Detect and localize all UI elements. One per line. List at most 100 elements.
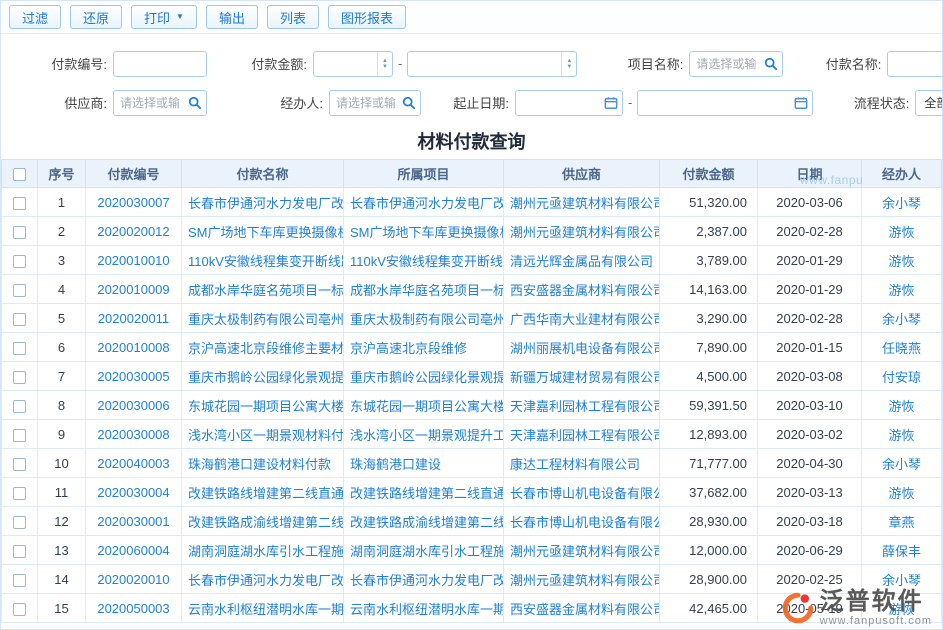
calendar-icon[interactable] <box>794 96 808 110</box>
payment-name-link[interactable]: 湖南洞庭湖水库引水工程施工 <box>182 536 344 565</box>
payment-name-link[interactable]: SM广场地下车库更换摄像机 <box>182 217 344 246</box>
col-header-amount[interactable]: 付款金额 <box>660 160 758 188</box>
chart-report-button[interactable]: 图形报表 <box>328 5 406 29</box>
table-row[interactable]: 6 2020010008 京沪高速北京段维修主要材料 京沪高速北京段维修 湖州丽… <box>2 333 942 362</box>
table-row[interactable]: 7 2020030005 重庆市鹅岭公园绿化景观提升 重庆市鹅岭公园绿化景观提升… <box>2 362 942 391</box>
row-checkbox[interactable] <box>13 545 26 558</box>
project-name-link[interactable]: 改建铁路成渝线增建第二线 <box>344 507 504 536</box>
row-checkbox[interactable] <box>13 603 26 616</box>
payment-no-link[interactable]: 2020020011 <box>86 304 182 333</box>
payment-no-link[interactable]: 2020060004 <box>86 536 182 565</box>
amount-to-stepper[interactable]: ▲▼ <box>561 52 576 76</box>
payment-name-link[interactable]: 珠海鹤港口建设材料付款 <box>182 449 344 478</box>
payment-no-input[interactable] <box>114 52 206 76</box>
payment-name-link[interactable]: 浅水湾小区一期景观材料付款 <box>182 420 344 449</box>
project-name-link[interactable]: 浅水湾小区一期景观提升工程 <box>344 420 504 449</box>
select-all-checkbox[interactable] <box>13 168 26 181</box>
project-name-link[interactable]: 长春市伊通河水力发电厂改造 <box>344 188 504 217</box>
row-checkbox[interactable] <box>13 197 26 210</box>
supplier-link[interactable]: 康达工程材料有限公司 <box>504 449 660 478</box>
payment-no-link[interactable]: 2020020010 <box>86 565 182 594</box>
status-select[interactable]: 全部 <box>915 90 943 116</box>
row-checkbox[interactable] <box>13 313 26 326</box>
table-row[interactable]: 1 2020030007 长春市伊通河水力发电厂改造 长春市伊通河水力发电厂改造… <box>2 188 942 217</box>
row-checkbox[interactable] <box>13 487 26 500</box>
col-header-supplier[interactable]: 供应商 <box>504 160 660 188</box>
supplier-link[interactable]: 天津嘉利园林工程有限公司 <box>504 391 660 420</box>
row-checkbox[interactable] <box>13 458 26 471</box>
col-header-project[interactable]: 所属项目 <box>344 160 504 188</box>
supplier-link[interactable]: 清远光辉金属品有限公司 <box>504 246 660 275</box>
supplier-link[interactable]: 潮州元亟建筑材料有限公司 <box>504 217 660 246</box>
spinner-down-icon[interactable]: ▼ <box>566 64 572 70</box>
project-name-link[interactable]: 重庆太极制药有限公司亳州 <box>344 304 504 333</box>
project-name-link[interactable]: 京沪高速北京段维修 <box>344 333 504 362</box>
payment-name-input[interactable] <box>888 52 943 76</box>
supplier-link[interactable]: 湖州丽展机电设备有限公司 <box>504 333 660 362</box>
payment-no-link[interactable]: 2020030008 <box>86 420 182 449</box>
list-button[interactable]: 列表 <box>267 5 319 29</box>
payment-no-link[interactable]: 2020040003 <box>86 449 182 478</box>
col-header-payment-no[interactable]: 付款编号 <box>86 160 182 188</box>
project-name-link[interactable]: SM广场地下车库更换摄像机 <box>344 217 504 246</box>
table-row[interactable]: 8 2020030006 东城花园一期项目公寓大楼 东城花园一期项目公寓大楼 天… <box>2 391 942 420</box>
project-name-link[interactable]: 东城花园一期项目公寓大楼 <box>344 391 504 420</box>
supplier-link[interactable]: 天津嘉利园林工程有限公司 <box>504 420 660 449</box>
payment-no-link[interactable]: 2020050003 <box>86 594 182 623</box>
col-header-payment-name[interactable]: 付款名称 <box>182 160 344 188</box>
table-row[interactable]: 9 2020030008 浅水湾小区一期景观材料付款 浅水湾小区一期景观提升工程… <box>2 420 942 449</box>
payment-no-link[interactable]: 2020010009 <box>86 275 182 304</box>
table-row[interactable]: 12 2020030001 改建铁路成渝线增建第二线 改建铁路成渝线增建第二线 … <box>2 507 942 536</box>
payment-no-link[interactable]: 2020030004 <box>86 478 182 507</box>
row-checkbox[interactable] <box>13 255 26 268</box>
search-icon[interactable] <box>764 57 778 71</box>
row-checkbox[interactable] <box>13 342 26 355</box>
supplier-link[interactable]: 潮州元亟建筑材料有限公司 <box>504 565 660 594</box>
table-row[interactable]: 4 2020010009 成都水岸华庭名苑项目一标段 成都水岸华庭名苑项目一标段… <box>2 275 942 304</box>
row-checkbox[interactable] <box>13 226 26 239</box>
supplier-link[interactable]: 潮州元亟建筑材料有限公司 <box>504 188 660 217</box>
supplier-link[interactable]: 广西华南大业建材有限公司 <box>504 304 660 333</box>
payment-no-link[interactable]: 2020030006 <box>86 391 182 420</box>
payment-name-link[interactable]: 成都水岸华庭名苑项目一标段 <box>182 275 344 304</box>
calendar-icon[interactable] <box>604 96 618 110</box>
supplier-link[interactable]: 长春市博山机电设备有限公司 <box>504 478 660 507</box>
payment-name-link[interactable]: 长春市伊通河水力发电厂改造 <box>182 188 344 217</box>
table-row[interactable]: 5 2020020011 重庆太极制药有限公司亳州 重庆太极制药有限公司亳州 广… <box>2 304 942 333</box>
payment-no-link[interactable]: 2020030001 <box>86 507 182 536</box>
payment-name-link[interactable]: 110kV安徽线程集变开断线路 <box>182 246 344 275</box>
row-checkbox[interactable] <box>13 516 26 529</box>
project-name-link[interactable]: 珠海鹤港口建设 <box>344 449 504 478</box>
search-icon[interactable] <box>188 96 202 110</box>
payment-no-link[interactable]: 2020010010 <box>86 246 182 275</box>
export-button[interactable]: 输出 <box>206 5 258 29</box>
payment-no-link[interactable]: 2020030005 <box>86 362 182 391</box>
amount-to-input[interactable] <box>408 52 576 76</box>
project-name-link[interactable]: 成都水岸华庭名苑项目一标段 <box>344 275 504 304</box>
row-checkbox[interactable] <box>13 371 26 384</box>
col-header-handler[interactable]: 经办人 <box>862 160 942 188</box>
spinner-down-icon[interactable]: ▼ <box>382 64 388 70</box>
row-checkbox[interactable] <box>13 400 26 413</box>
project-name-link[interactable]: 重庆市鹅岭公园绿化景观提升 <box>344 362 504 391</box>
table-row[interactable]: 14 2020020010 长春市伊通河水力发电厂改造 长春市伊通河水力发电厂改… <box>2 565 942 594</box>
payment-name-link[interactable]: 长春市伊通河水力发电厂改造 <box>182 565 344 594</box>
supplier-link[interactable]: 长春市博山机电设备有限公司 <box>504 507 660 536</box>
project-name-link[interactable]: 云南水利枢纽潜明水库一期 <box>344 594 504 623</box>
payment-no-link[interactable]: 2020020012 <box>86 217 182 246</box>
row-checkbox[interactable] <box>13 284 26 297</box>
project-name-link[interactable]: 长春市伊通河水力发电厂改造 <box>344 565 504 594</box>
table-row[interactable]: 10 2020040003 珠海鹤港口建设材料付款 珠海鹤港口建设 康达工程材料… <box>2 449 942 478</box>
row-checkbox[interactable] <box>13 574 26 587</box>
table-row[interactable]: 15 2020050003 云南水利枢纽潜明水库一期 云南水利枢纽潜明水库一期 … <box>2 594 942 623</box>
project-name-link[interactable]: 110kV安徽线程集变开断线路 <box>344 246 504 275</box>
payment-name-link[interactable]: 重庆太极制药有限公司亳州 <box>182 304 344 333</box>
col-header-date[interactable]: 日期 <box>758 160 862 188</box>
supplier-link[interactable]: 新疆万城建材贸易有限公司 <box>504 362 660 391</box>
supplier-link[interactable]: 西安盛器金属材料有限公司 <box>504 594 660 623</box>
project-name-link[interactable]: 湖南洞庭湖水库引水工程施工 <box>344 536 504 565</box>
search-icon[interactable] <box>402 96 416 110</box>
payment-name-link[interactable]: 云南水利枢纽潜明水库一期 <box>182 594 344 623</box>
amount-from-stepper[interactable]: ▲▼ <box>377 52 392 76</box>
payment-no-link[interactable]: 2020010008 <box>86 333 182 362</box>
